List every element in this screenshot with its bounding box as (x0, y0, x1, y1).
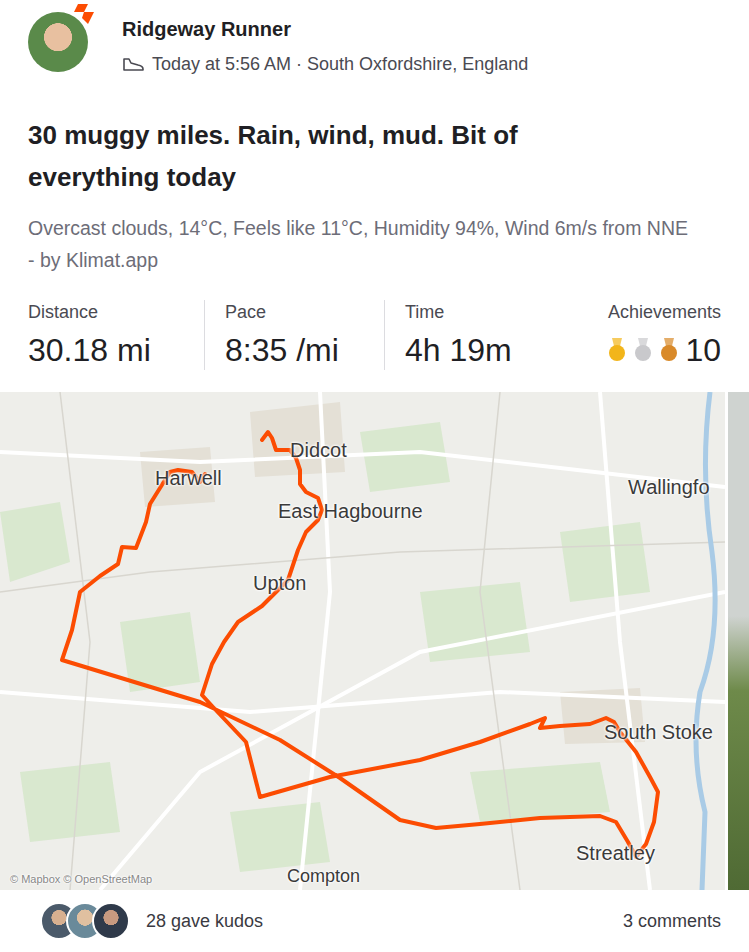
stat-item: Pace 8:35 /mi (204, 300, 384, 370)
place-label: Compton (287, 864, 360, 888)
map-canvas (0, 392, 725, 890)
activity-photo[interactable] (728, 392, 749, 890)
activity-header: Ridgeway Runner Today at 5:56 AM · South… (0, 0, 749, 100)
shoe-icon (122, 56, 144, 72)
athlete-info: Ridgeway Runner Today at 5:56 AM · South… (122, 12, 721, 100)
stat-item: Distance 30.18 mi (28, 300, 204, 370)
stat-value: 4h 19m (405, 330, 576, 370)
stat-value: 30.18 mi (28, 330, 186, 370)
activity-meta: Today at 5:56 AM · South Oxfordshire, En… (122, 52, 721, 76)
place-label: Wallingfo (628, 475, 710, 499)
social-bar: 28 gave kudos 3 comments (0, 890, 749, 952)
stat-value: 8:35 /mi (225, 330, 366, 370)
athlete-name[interactable]: Ridgeway Runner (122, 16, 721, 42)
route-line (62, 432, 658, 857)
athlete-avatar[interactable] (28, 12, 88, 72)
place-label: Streatley (576, 841, 655, 865)
achievements-count: 10 (685, 330, 721, 370)
achievements-label: Achievements (607, 300, 721, 324)
stat-label: Pace (225, 300, 366, 324)
achievements[interactable]: Achievements gold silver bronze 10 (607, 300, 721, 370)
place-label: South Stoke (604, 720, 713, 744)
activity-media: Didcot Harwell Wallingfo East Hagbourne Upto… (0, 392, 749, 890)
place-label: East Hagbourne (278, 499, 423, 523)
stats-row: Distance 30.18 mi Pace 8:35 /mi Time 4h 19m Ac… (0, 276, 749, 370)
comments-count[interactable]: 3 comments (623, 909, 721, 933)
activity-title[interactable]: 30 muggy miles. Rain, wind, mud. Bit of … (0, 100, 640, 198)
kudos-count[interactable]: 28 gave kudos (146, 909, 263, 933)
place-label: Didcot (290, 438, 347, 462)
kudos-avatars[interactable] (40, 902, 130, 940)
strava-logo-icon (74, 4, 100, 26)
stat-item: Time 4h 19m (384, 300, 594, 370)
activity-time-location: Today at 5:56 AM · South Oxfordshire, En… (152, 52, 528, 76)
achievements-row: gold silver bronze 10 (607, 330, 721, 370)
silver-medal-icon: silver (633, 338, 653, 362)
stat-label: Time (405, 300, 576, 324)
kudos-avatar (92, 902, 130, 940)
map-attribution: © Mapbox © OpenStreetMap (10, 872, 152, 886)
place-label: Upton (253, 571, 306, 595)
avatar-photo (28, 12, 88, 72)
stat-label: Distance (28, 300, 186, 324)
place-label: Harwell (155, 466, 222, 490)
bronze-medal-icon: bronze (659, 338, 679, 362)
weather-text: Overcast clouds, 14°C, Feels like 11°C, … (0, 198, 720, 276)
route-map[interactable]: Didcot Harwell Wallingfo East Hagbourne Upto… (0, 392, 725, 890)
gold-medal-icon: gold (607, 338, 627, 362)
